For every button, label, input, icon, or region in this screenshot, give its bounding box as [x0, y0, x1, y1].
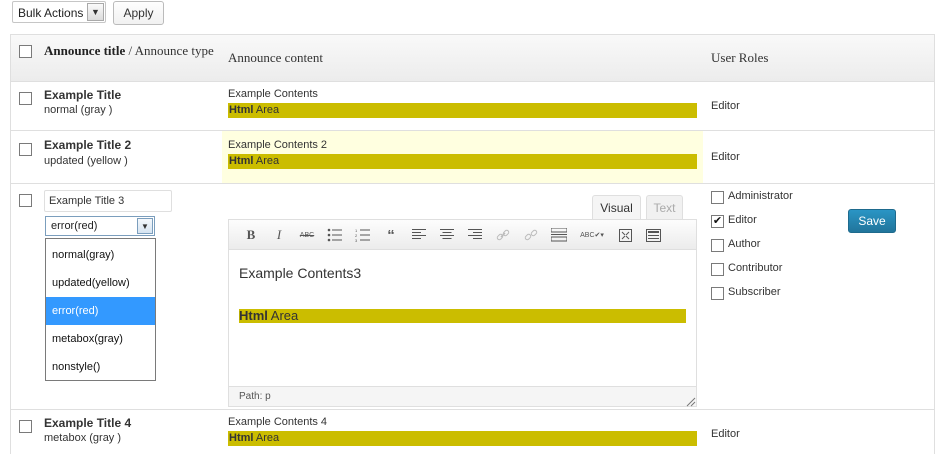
type-select[interactable]: error(red) ▼	[45, 216, 155, 236]
row-divider	[11, 183, 934, 184]
editor-html-area[interactable]: Html Area	[239, 309, 686, 323]
role-checkbox[interactable]	[711, 263, 724, 276]
row-type: updated (yellow )	[44, 155, 128, 167]
save-button[interactable]: Save	[848, 209, 896, 233]
row-divider	[11, 409, 934, 410]
type-option[interactable]: metabox(gray)	[46, 325, 155, 353]
fullscreen-icon[interactable]	[616, 227, 634, 243]
row-content: Example Contents 2	[228, 139, 328, 151]
html-area-text: Area	[253, 155, 280, 167]
bulk-actions-value: Bulk Actions	[18, 6, 84, 20]
row-content: Example Contents	[228, 88, 318, 100]
editor-statusbar: Path: p	[229, 386, 696, 406]
row-title[interactable]: Example Title 4	[44, 416, 131, 430]
header-type-label: Announce type	[134, 43, 214, 58]
chevron-down-icon[interactable]: ▼	[87, 3, 104, 21]
role-label: Contributor	[728, 262, 783, 274]
link-icon[interactable]	[494, 227, 512, 243]
role-checkbox[interactable]	[711, 239, 724, 252]
role-checkbox[interactable]	[711, 191, 724, 204]
bullet-list-icon[interactable]	[326, 227, 344, 243]
row-type: normal (gray )	[44, 104, 113, 116]
align-left-icon[interactable]	[410, 227, 428, 243]
align-right-icon[interactable]	[466, 227, 484, 243]
blockquote-icon[interactable]: “	[382, 227, 400, 244]
title-input[interactable]	[44, 190, 172, 212]
bulk-actions-select[interactable]: Bulk Actions ▼	[12, 1, 106, 23]
type-option[interactable]: updated(yellow)	[46, 269, 155, 297]
column-header-roles: User Roles	[711, 50, 769, 65]
html-bold-text: Html	[229, 155, 254, 167]
html-area-text: Area	[253, 104, 280, 116]
role-label: Author	[728, 238, 761, 250]
header-separator: /	[125, 43, 135, 58]
row-checkbox[interactable]	[19, 194, 32, 207]
align-center-icon[interactable]	[438, 227, 456, 243]
row-type: metabox (gray )	[44, 432, 122, 444]
row-html-area: Html Area	[228, 103, 697, 118]
row-checkbox[interactable]	[19, 92, 32, 105]
type-dropdown-list: normal(gray) updated(yellow) error(red) …	[45, 238, 156, 381]
column-header-content: Announce content	[228, 50, 323, 65]
numbered-list-icon[interactable]: 123	[354, 227, 372, 243]
resize-handle-icon[interactable]	[686, 396, 696, 407]
tab-text[interactable]: Text	[646, 195, 683, 219]
row-role: Editor	[711, 100, 740, 112]
html-bold-text: Html	[229, 104, 254, 116]
chevron-down-icon[interactable]: ▼	[137, 218, 153, 234]
type-option[interactable]: nonstyle()	[46, 353, 155, 381]
apply-button[interactable]: Apply	[113, 1, 164, 25]
html-area-text: Area	[267, 308, 299, 323]
html-bold-text: Html	[229, 432, 254, 444]
html-bold-text: Html	[239, 308, 268, 323]
editor-toolbar: B I ABC 123 “ ABC✔▾	[229, 220, 696, 250]
row-title[interactable]: Example Title 2	[44, 138, 131, 152]
html-area-text: Area	[253, 432, 280, 444]
row-content: Example Contents 4	[228, 416, 328, 428]
insert-more-icon[interactable]	[550, 227, 568, 243]
tab-visual[interactable]: Visual	[592, 195, 641, 219]
row-role: Editor	[711, 428, 740, 440]
row-checkbox[interactable]	[19, 143, 32, 156]
row-html-area: Html Area	[228, 154, 697, 169]
italic-icon[interactable]: I	[270, 227, 288, 243]
editor-path: Path: p	[239, 391, 271, 402]
row-checkbox[interactable]	[19, 420, 32, 433]
row-role: Editor	[711, 151, 740, 163]
type-option-selected[interactable]: error(red)	[46, 297, 155, 325]
role-checkbox-checked[interactable]: ✔	[711, 215, 724, 228]
role-checkbox[interactable]	[711, 287, 724, 300]
row-title[interactable]: Example Title	[44, 88, 121, 102]
spellcheck-icon[interactable]: ABC✔▾	[578, 227, 606, 243]
header-title-label: Announce title	[44, 43, 126, 58]
kitchen-sink-icon[interactable]	[644, 227, 662, 243]
unlink-icon[interactable]	[522, 227, 540, 243]
role-label: Subscriber	[728, 286, 781, 298]
row-html-area: Html Area	[228, 431, 697, 446]
strikethrough-icon[interactable]: ABC	[298, 227, 316, 243]
role-label: Editor	[728, 214, 757, 226]
bold-icon[interactable]: B	[242, 227, 260, 243]
type-select-value: error(red)	[51, 220, 98, 232]
role-label: Administrator	[728, 190, 793, 202]
editor-body-line[interactable]: Example Contents3	[239, 265, 361, 281]
column-header-title[interactable]: Announce title / Announce type	[44, 43, 224, 58]
type-option[interactable]: normal(gray)	[46, 241, 155, 269]
select-all-checkbox[interactable]	[19, 45, 32, 58]
svg-text:3: 3	[355, 238, 358, 242]
